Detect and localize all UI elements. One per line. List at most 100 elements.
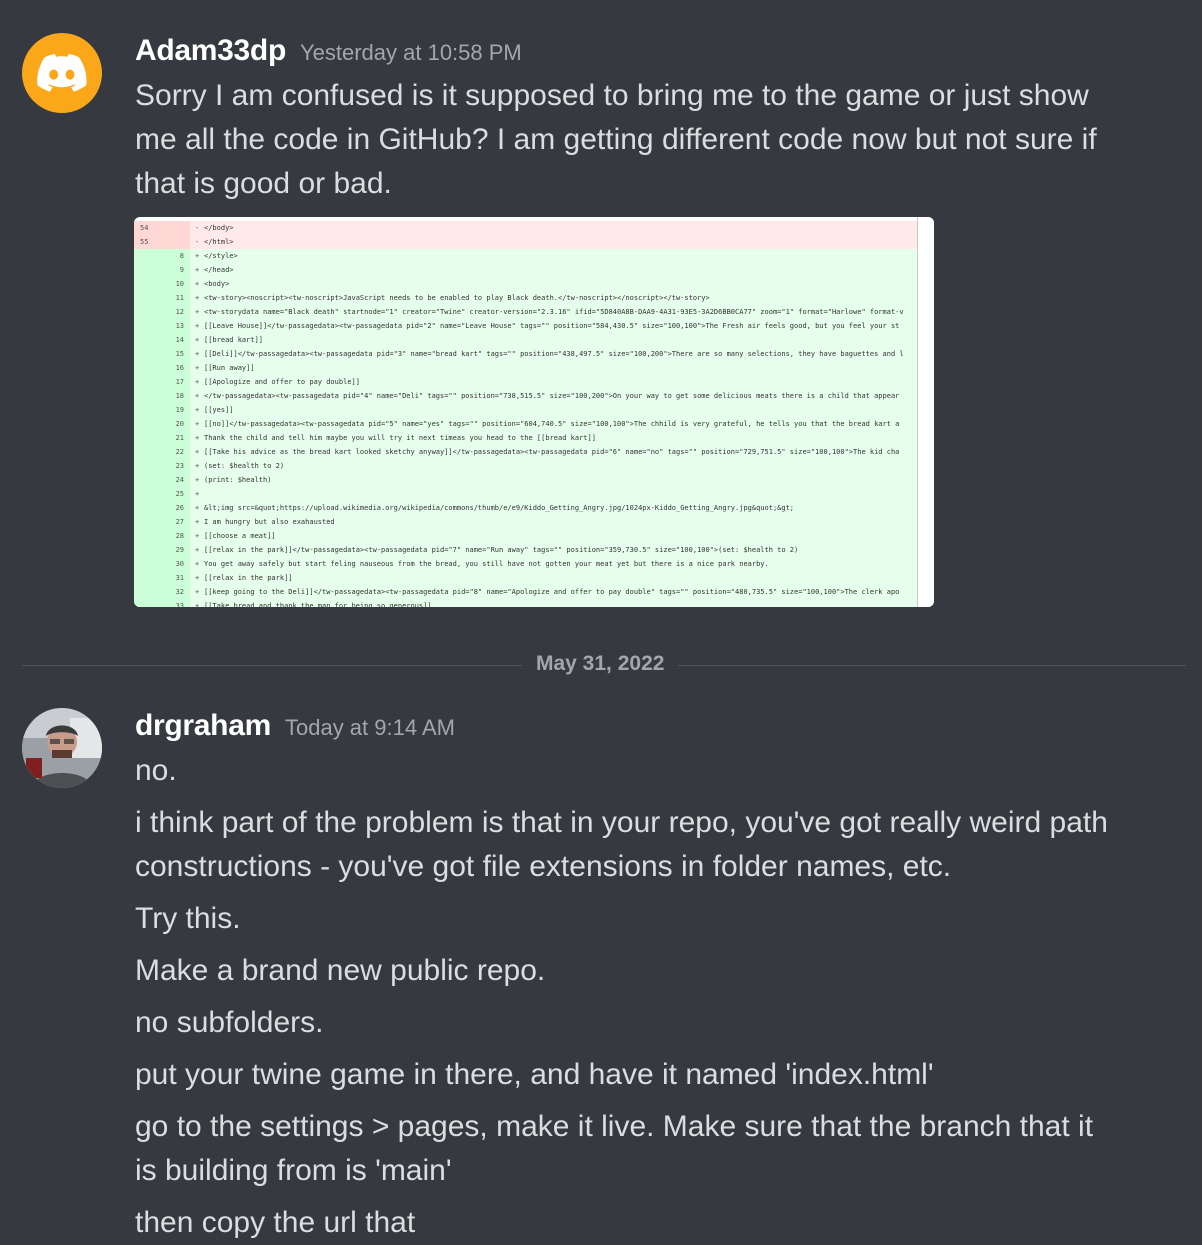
diff-sign: + [195, 350, 200, 358]
diff-sign: + [195, 308, 200, 316]
diff-code: [[Run away]] [204, 364, 255, 372]
diff-line: 18 + </tw-passagedata><tw-passagedata pid=… [134, 389, 918, 403]
diff-line: 54 - </body> [134, 221, 918, 235]
new-line-number: 30 [175, 560, 184, 568]
message-header: Adam33dp Yesterday at 10:58 PM [135, 34, 522, 68]
diff-sign: + [195, 588, 200, 596]
diff-line: 9 + </head> [134, 263, 918, 277]
new-line-number: 9 [179, 266, 184, 274]
discord-logo-icon [37, 54, 87, 92]
new-line-number: 17 [175, 378, 184, 386]
new-line-number: 12 [175, 308, 184, 316]
diff-line: 22 + [[Take his advice as the bread kart l… [134, 445, 918, 459]
message-line: then copy the url that [135, 1206, 416, 1239]
image-attachment[interactable]: 54 - </body> 55 - </html> 8 + </style> 9 + </head> 1… [134, 217, 934, 607]
message-line: constructions - you've got file extensio… [135, 850, 952, 883]
new-line-number: 13 [175, 322, 184, 330]
old-line-number: 54 [140, 224, 149, 232]
diff-code: [[relax in the park]]</tw-passagedata><t… [204, 546, 799, 554]
diff-line: 10 + <body> [134, 277, 918, 291]
diff-code: [[bread kart]] [204, 336, 264, 344]
diff-line: 26 + &lt;img src=&quot;https://upload.wiki… [134, 501, 918, 515]
message-line: no. [135, 754, 177, 787]
new-line-number: 29 [175, 546, 184, 554]
diff-line: 8 + </style> [134, 249, 918, 263]
diff-sign: + [195, 546, 200, 554]
user-photo [22, 708, 102, 788]
diff-line: 55 - </html> [134, 235, 918, 249]
diff-line: 12 + <tw-storydata name="Black death" star… [134, 305, 918, 319]
new-line-number: 27 [175, 518, 184, 526]
diff-sign: - [195, 224, 200, 232]
diff-code: </tw-passagedata><tw-passagedata pid="4"… [204, 392, 900, 400]
new-line-number: 11 [175, 294, 184, 302]
diff-code: [[yes]] [204, 406, 234, 414]
message-header: drgraham Today at 9:14 AM [135, 709, 455, 743]
new-line-number: 16 [175, 364, 184, 372]
new-line-number: 31 [175, 574, 184, 582]
new-line-number: 20 [175, 420, 184, 428]
old-line-number: 55 [140, 238, 149, 246]
message-line: i think part of the problem is that in y… [135, 806, 1108, 839]
diff-sign: - [195, 238, 200, 246]
diff-line: 20 + [[no]]</tw-passagedata><tw-passagedat… [134, 417, 918, 431]
diff-sign: + [195, 392, 200, 400]
diff-sign: + [195, 420, 200, 428]
diff-sign: + [195, 252, 200, 260]
diff-sign: + [195, 364, 200, 372]
author-name[interactable]: drgraham [135, 709, 271, 742]
diff-code: Thank the child and tell him maybe you w… [204, 434, 596, 442]
diff-line: 27 + I am hungry but also exahausted [134, 515, 918, 529]
diff-sign: + [195, 448, 200, 456]
diff-code: [[keep going to the Deli]]</tw-passageda… [204, 588, 900, 596]
diff-code: </html> [204, 238, 234, 246]
diff-sign: + [195, 266, 200, 274]
new-line-number: 23 [175, 462, 184, 470]
diff-sign: + [195, 434, 200, 442]
avatar[interactable] [22, 708, 102, 788]
diff-code: <tw-story><noscript><tw-noscript>JavaScr… [204, 294, 710, 302]
diff-code: (set: $health to 2) [204, 462, 285, 470]
new-line-number: 15 [175, 350, 184, 358]
avatar[interactable] [22, 33, 102, 113]
new-line-number: 22 [175, 448, 184, 456]
diff-code: [[relax in the park]] [204, 574, 293, 582]
new-line-number: 21 [175, 434, 184, 442]
diff-sign: + [195, 336, 200, 344]
message-line: no subfolders. [135, 1006, 324, 1039]
diff-line: 13 + [[Leave House]]</tw-passagedata><tw-p… [134, 319, 918, 333]
diff-sign: + [195, 406, 200, 414]
diff-code: <tw-storydata name="Black death" startno… [204, 308, 904, 316]
diff-line: 33 + [[Take bread and thank the man for be… [134, 599, 918, 607]
diff-sign: + [195, 280, 200, 288]
new-line-number: 32 [175, 588, 184, 596]
diff-line: 23 + (set: $health to 2) [134, 459, 918, 473]
message-line: me all the code in GitHub? I am getting … [135, 123, 1097, 156]
new-line-number: 14 [175, 336, 184, 344]
message-line: go to the settings > pages, make it live… [135, 1110, 1094, 1143]
diff-code: [[Leave House]]</tw-passagedata><tw-pass… [204, 322, 900, 330]
message-line: Sorry I am confused is it supposed to br… [135, 79, 1089, 112]
new-line-number: 18 [175, 392, 184, 400]
diff-code: You get away safely but start feling nau… [204, 560, 769, 568]
diff-sign: + [195, 574, 200, 582]
new-line-number: 19 [175, 406, 184, 414]
diff-code: (print: $health) [204, 476, 272, 484]
diff-line: 14 + [[bread kart]] [134, 333, 918, 347]
diff-code: [[Take his advice as the bread kart look… [204, 448, 900, 456]
new-line-number: 25 [175, 490, 184, 498]
new-line-number: 28 [175, 532, 184, 540]
diff-line: 11 + <tw-story><noscript><tw-noscript>Java… [134, 291, 918, 305]
diff-line: 15 + [[Deli]]</tw-passagedata><tw-passaged… [134, 347, 918, 361]
diff-sign: + [195, 294, 200, 302]
message-line: Make a brand new public repo. [135, 954, 546, 987]
author-name[interactable]: Adam33dp [135, 34, 286, 67]
diff-code: [[Apologize and offer to pay double]] [204, 378, 360, 386]
diff-code: <body> [204, 280, 230, 288]
message-line: put your twine game in there, and have i… [135, 1058, 934, 1091]
diff-line: 29 + [[relax in the park]]</tw-passagedata… [134, 543, 918, 557]
new-line-number: 33 [175, 602, 184, 607]
date-divider: May 31, 2022 [522, 652, 679, 676]
diff-line: 31 + [[relax in the park]] [134, 571, 918, 585]
diff-line: 28 + [[choose a meat]] [134, 529, 918, 543]
